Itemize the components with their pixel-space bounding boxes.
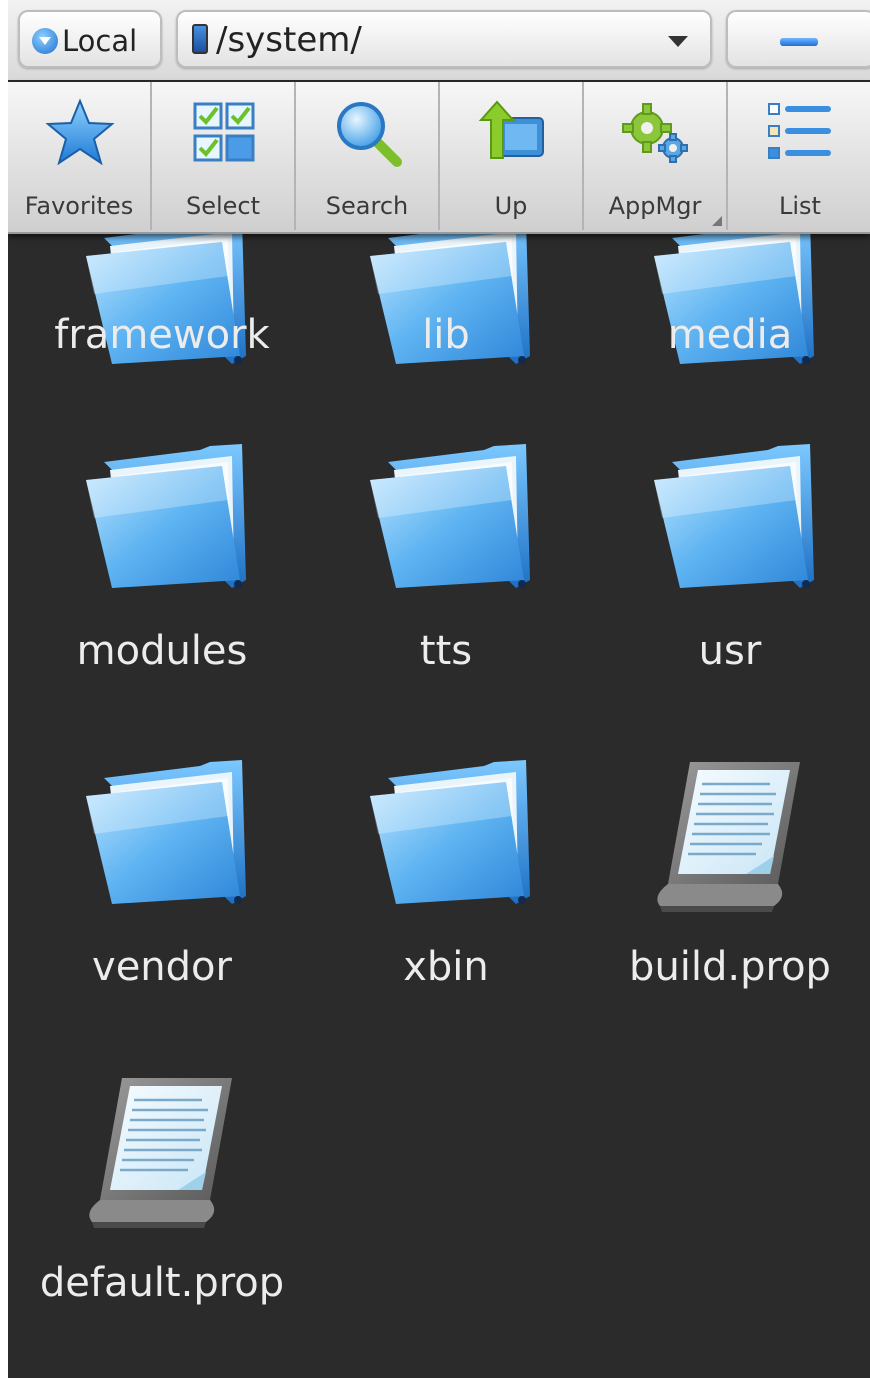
folder-icon <box>82 440 252 600</box>
address-bar: Local /system/ <box>8 0 870 80</box>
toolbar-appmgr-label: AppMgr <box>608 192 702 220</box>
minimize-button[interactable] <box>726 10 870 68</box>
folder-name: lib <box>422 312 470 358</box>
select-grid-icon <box>193 102 255 162</box>
location-label: Local <box>62 24 138 58</box>
file-name: default.prop <box>39 1260 285 1306</box>
folder-icon <box>366 756 536 916</box>
file-item[interactable]: default.prop <box>20 1072 304 1378</box>
folder-name: modules <box>76 628 248 674</box>
toolbar-search[interactable]: Search <box>296 82 440 230</box>
toolbar-select-label: Select <box>185 192 261 220</box>
folder-item[interactable]: tts <box>304 440 588 750</box>
current-path: /system/ <box>216 20 362 60</box>
file-item[interactable]: build.prop <box>588 756 870 1066</box>
folder-name: framework <box>54 312 270 358</box>
folder-name: xbin <box>403 944 489 990</box>
toolbar-up-label: Up <box>494 192 528 220</box>
path-dropdown[interactable]: /system/ <box>176 10 712 68</box>
folder-name: vendor <box>92 944 232 990</box>
folder-item[interactable]: vendor <box>20 756 304 1066</box>
folder-item[interactable]: xbin <box>304 756 588 1066</box>
folder-icon <box>82 756 252 916</box>
folder-item[interactable]: media <box>588 312 870 372</box>
folder-icon <box>650 440 820 600</box>
location-dropdown-icon <box>32 28 58 54</box>
folder-icon <box>366 440 536 600</box>
gears-icon <box>622 103 688 163</box>
document-icon <box>650 756 820 916</box>
location-button[interactable]: Local <box>18 10 162 68</box>
up-folder-icon <box>478 100 544 159</box>
star-icon <box>45 98 115 166</box>
toolbar-up[interactable]: Up <box>440 82 584 230</box>
file-name: build.prop <box>629 944 831 990</box>
minus-icon <box>780 38 818 46</box>
document-icon <box>82 1072 252 1232</box>
folder-item[interactable]: framework <box>20 312 304 372</box>
toolbar-select[interactable]: Select <box>152 82 296 230</box>
folder-name: tts <box>419 628 473 674</box>
file-manager-screen: Local /system/ Favorites Select Search U… <box>8 0 870 1378</box>
toolbar-list-label: List <box>779 192 821 220</box>
folder-item[interactable]: lib <box>304 312 588 372</box>
toolbar: Favorites Select Search Up AppMgr List <box>8 82 870 234</box>
folder-item[interactable]: usr <box>588 440 870 750</box>
toolbar-favorites-label: Favorites <box>24 192 134 220</box>
folder-name: usr <box>698 628 762 674</box>
toolbar-search-label: Search <box>325 192 409 220</box>
folder-item[interactable]: modules <box>20 440 304 750</box>
device-icon <box>192 24 208 54</box>
toolbar-favorites[interactable]: Favorites <box>8 82 152 230</box>
toolbar-appmgr[interactable]: AppMgr <box>584 82 728 230</box>
magnifier-icon <box>337 102 402 167</box>
submenu-corner-icon <box>712 216 722 226</box>
toolbar-list[interactable]: List <box>728 82 870 230</box>
chevron-down-icon[interactable] <box>668 36 688 47</box>
folder-name: media <box>667 312 793 358</box>
list-view-icon <box>768 103 831 159</box>
